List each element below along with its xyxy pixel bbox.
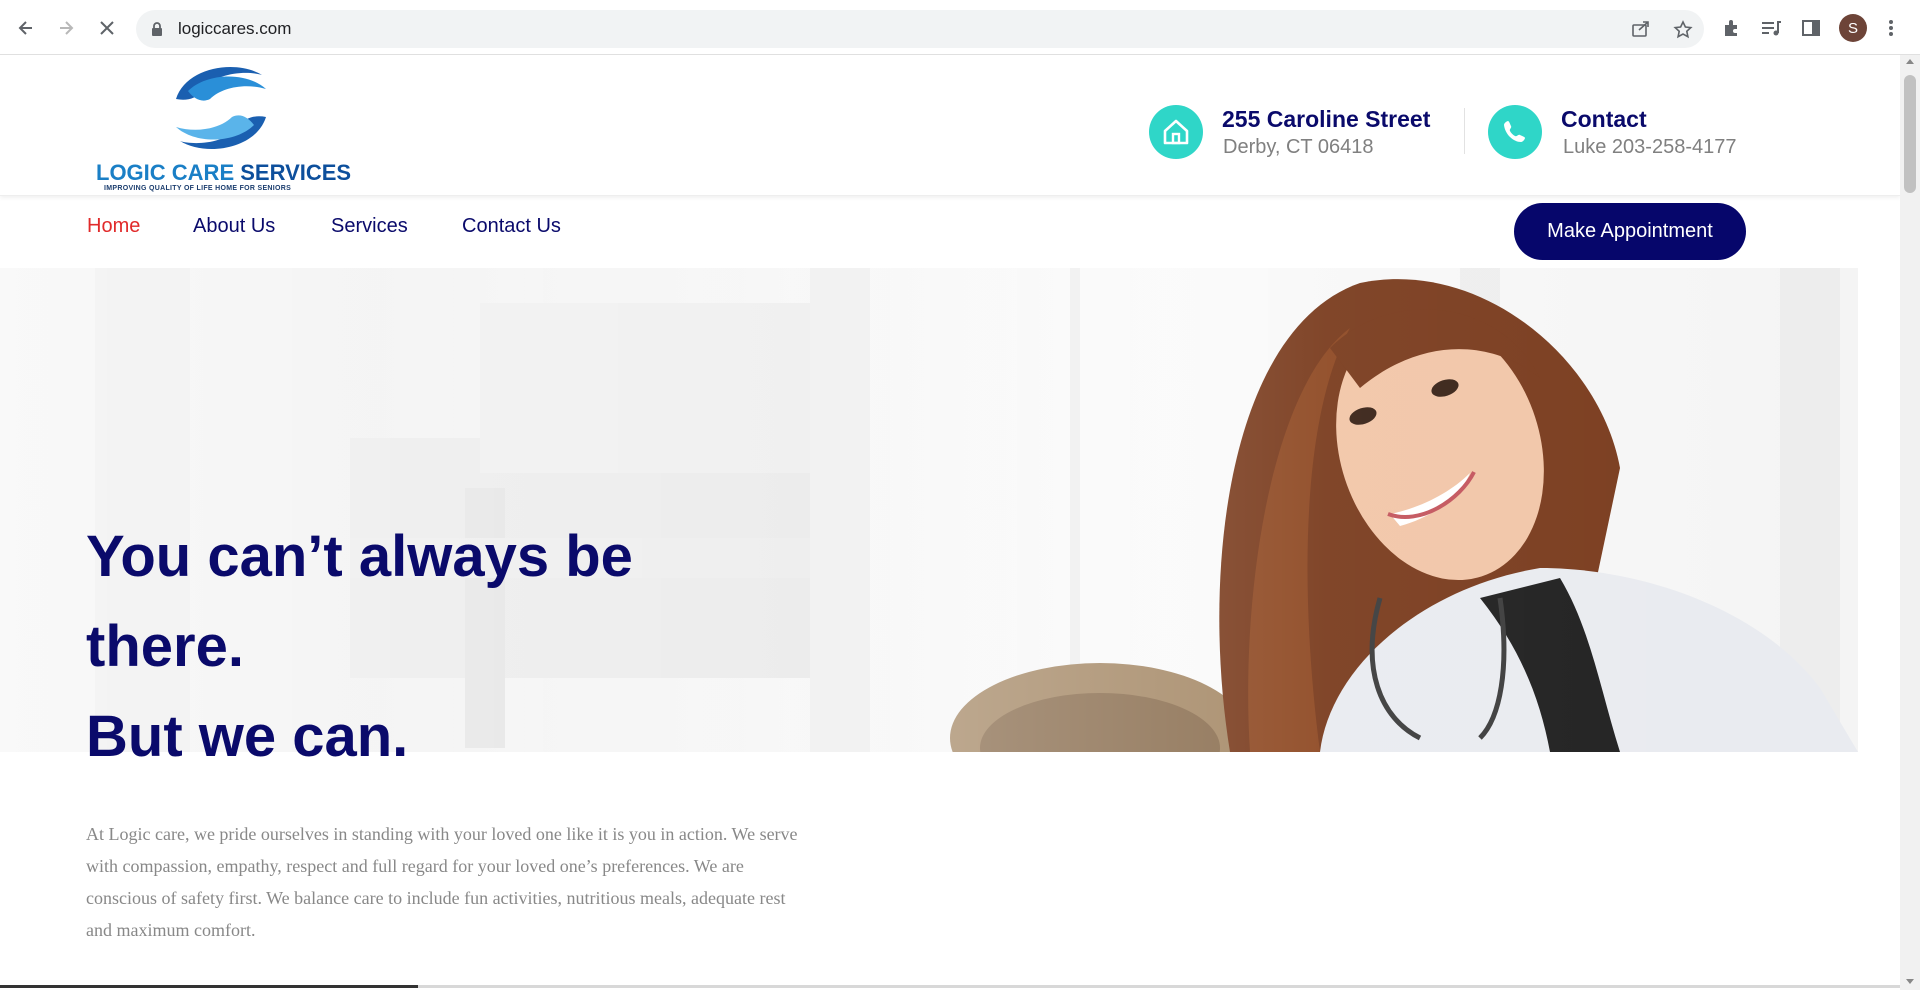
scroll-up-arrow-icon[interactable]: [1905, 57, 1915, 65]
address-bar[interactable]: logiccares.com: [136, 10, 1704, 48]
share-icon[interactable]: [1631, 20, 1651, 38]
logo-tagline: IMPROVING QUALITY OF LIFE HOME FOR SENIO…: [104, 185, 292, 192]
forward-arrow-icon: [60, 21, 74, 35]
media-button[interactable]: [1757, 14, 1785, 42]
scroll-down-arrow-icon[interactable]: [1905, 978, 1915, 986]
lock-icon: [152, 22, 162, 36]
hero-heading-line3: But we can.: [86, 704, 409, 769]
profile-avatar[interactable]: S: [1839, 14, 1867, 42]
close-icon: [100, 21, 114, 35]
contact-phone[interactable]: Luke 203-258-4177: [1563, 136, 1736, 159]
address-title: 255 Caroline Street: [1222, 106, 1431, 132]
site-logo[interactable]: LOGIC CARE SERVICES IMPROVING QUALITY OF…: [96, 61, 351, 192]
home-icon-circle: [1149, 105, 1203, 159]
puzzle-icon: [1725, 20, 1737, 36]
browser-menu-button[interactable]: [1877, 14, 1905, 42]
caring-hands-icon: [176, 67, 266, 149]
hero-paragraph: At Logic care, we pride ourselves in sta…: [86, 824, 798, 940]
nav-contact-us[interactable]: Contact Us: [462, 215, 561, 238]
forward-button[interactable]: [52, 14, 80, 42]
hero-heading-line2: there.: [86, 614, 244, 679]
hero-heading: You can’t always be there. But we can.: [86, 512, 786, 782]
browser-toolbar: logiccares.com S: [0, 0, 1920, 55]
logo-name-part2: SERVICES: [240, 160, 352, 185]
web-page: LOGIC CARE SERVICES IMPROVING QUALITY OF…: [0, 55, 1900, 990]
home-icon: [1163, 119, 1189, 145]
back-button[interactable]: [12, 14, 40, 42]
nav-services[interactable]: Services: [331, 215, 408, 238]
side-panel-icon: [1802, 20, 1820, 36]
nav-home[interactable]: Home: [87, 215, 140, 238]
contact-title: Contact: [1561, 106, 1647, 132]
page-bottom-edge: [0, 985, 1900, 988]
nav-about-us[interactable]: About Us: [193, 215, 275, 238]
page-scrollbar[interactable]: [1900, 55, 1920, 990]
back-arrow-icon: [18, 21, 32, 35]
url-text: logiccares.com: [178, 19, 292, 38]
side-panel-button[interactable]: [1797, 14, 1825, 42]
logo-name-part1: LOGIC CARE: [96, 160, 241, 185]
logo-name: LOGIC CARE SERVICES: [96, 160, 351, 186]
extensions-button[interactable]: [1718, 14, 1746, 42]
playlist-icon: [1762, 21, 1781, 36]
phone-icon-circle: [1488, 105, 1542, 159]
hero-heading-line1: You can’t always be: [86, 524, 633, 589]
stop-loading-button[interactable]: [93, 14, 121, 42]
vertical-dots-icon: [1889, 20, 1893, 36]
site-header: LOGIC CARE SERVICES IMPROVING QUALITY OF…: [0, 55, 1900, 196]
phone-icon: [1504, 121, 1525, 142]
address-sub: Derby, CT 06418: [1223, 136, 1374, 158]
make-appointment-button[interactable]: Make Appointment: [1514, 203, 1746, 260]
bookmark-star-icon[interactable]: [1673, 20, 1693, 40]
scrollbar-thumb[interactable]: [1904, 75, 1916, 193]
header-divider: [1464, 108, 1465, 154]
